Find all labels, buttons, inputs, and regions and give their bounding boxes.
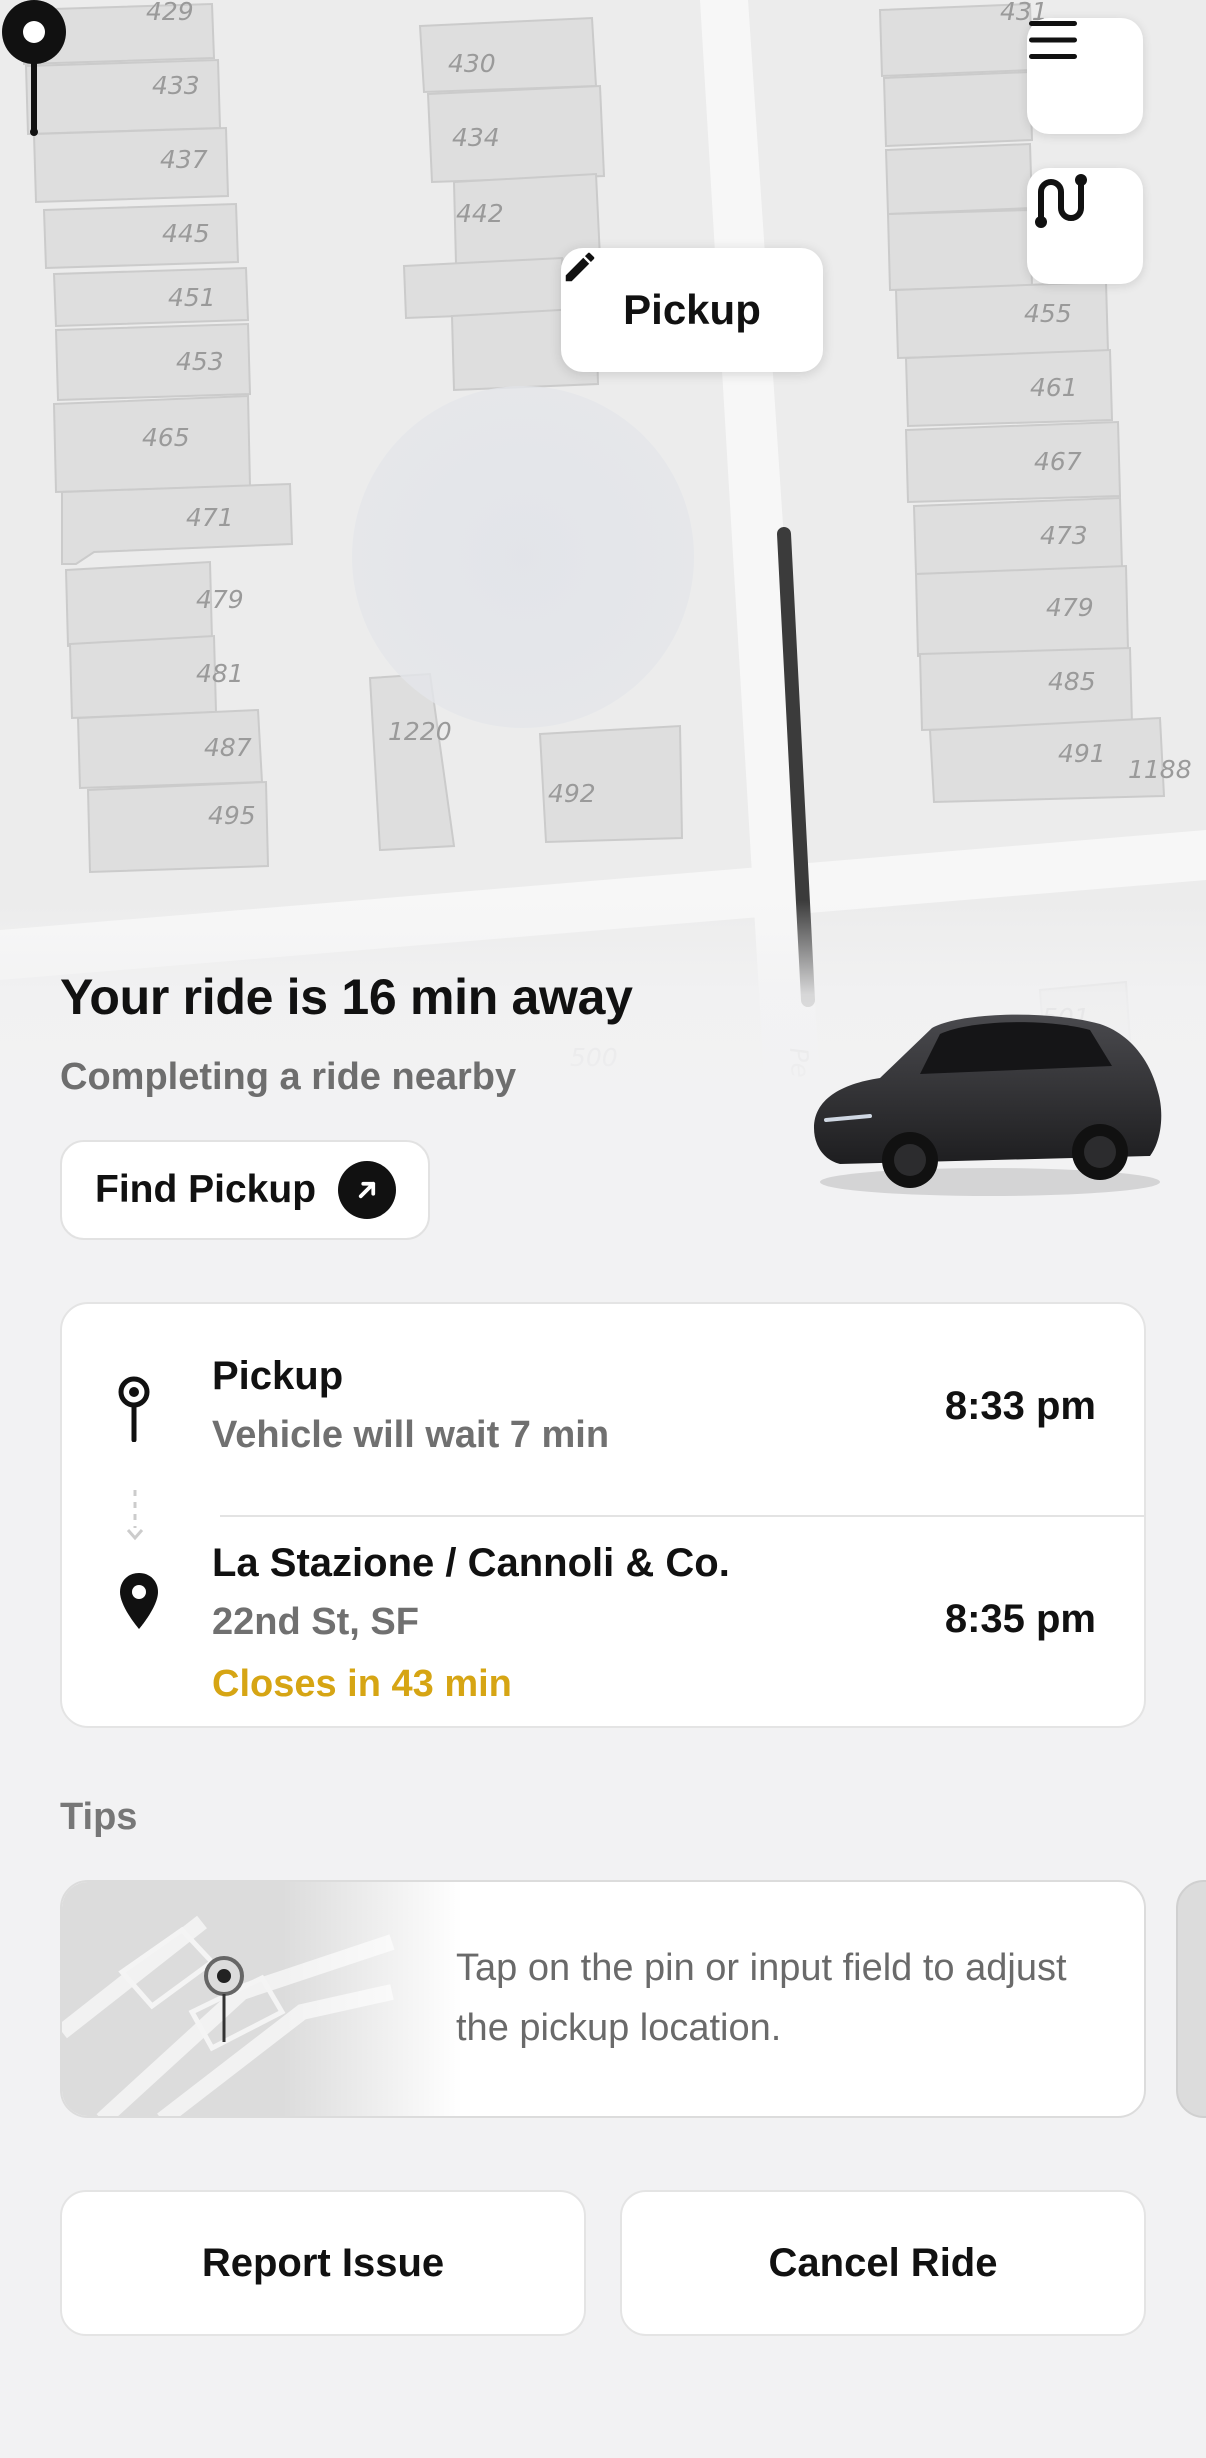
svg-text:455: 455 bbox=[1024, 299, 1072, 328]
destination-closing-alert: Closes in 43 min bbox=[212, 1663, 512, 1705]
route-icon bbox=[1035, 174, 1087, 228]
tips-heading: Tips bbox=[60, 1796, 138, 1838]
pencil-icon bbox=[565, 252, 595, 282]
destination-name: La Stazione / Cannoli & Co. bbox=[212, 1541, 730, 1585]
svg-text:433: 433 bbox=[152, 71, 200, 100]
ride-status-subtitle: Completing a ride nearby bbox=[60, 1056, 517, 1098]
find-pickup-label: Find Pickup bbox=[95, 1168, 317, 1211]
arrow-up-right-icon bbox=[338, 1161, 397, 1219]
svg-text:1220: 1220 bbox=[388, 717, 452, 746]
vehicle-image bbox=[814, 1014, 1162, 1196]
destination-time: 8:35 pm bbox=[944, 1597, 1096, 1641]
svg-text:437: 437 bbox=[160, 145, 208, 174]
trip-details-card: Pickup Vehicle will wait 7 min 8:33 pm L… bbox=[60, 1302, 1146, 1728]
cancel-ride-button[interactable]: Cancel Ride bbox=[620, 2190, 1146, 2336]
tip-map-thumbnail bbox=[62, 1882, 462, 2116]
hamburger-icon bbox=[1029, 21, 1077, 59]
svg-text:487: 487 bbox=[204, 733, 252, 762]
svg-text:434: 434 bbox=[452, 123, 500, 152]
route-button[interactable] bbox=[1027, 168, 1143, 284]
svg-text:471: 471 bbox=[186, 503, 234, 532]
next-tip-card[interactable] bbox=[1176, 1880, 1206, 2118]
pickup-edit-chip[interactable]: Pickup bbox=[561, 248, 823, 372]
svg-text:479: 479 bbox=[196, 585, 244, 614]
svg-text:465: 465 bbox=[142, 423, 190, 452]
pickup-pin-small-icon bbox=[118, 1376, 150, 1442]
svg-text:445: 445 bbox=[162, 219, 210, 248]
trip-destination-row[interactable]: La Stazione / Cannoli & Co. 22nd St, SF … bbox=[62, 1517, 1144, 1727]
find-pickup-button[interactable]: Find Pickup bbox=[60, 1140, 430, 1240]
svg-text:430: 430 bbox=[448, 49, 496, 78]
svg-text:1188: 1188 bbox=[1128, 755, 1192, 784]
svg-text:451: 451 bbox=[168, 283, 216, 312]
svg-text:473: 473 bbox=[1040, 521, 1088, 550]
svg-text:461: 461 bbox=[1030, 373, 1078, 402]
pickup-name: Pickup bbox=[212, 1354, 344, 1398]
destination-address: 22nd St, SF bbox=[212, 1601, 419, 1643]
pickup-time: 8:33 pm bbox=[944, 1384, 1096, 1428]
menu-button[interactable] bbox=[1027, 18, 1143, 134]
pickup-wait-info: Vehicle will wait 7 min bbox=[212, 1414, 610, 1456]
pickup-accuracy-circle bbox=[352, 386, 694, 728]
svg-text:467: 467 bbox=[1034, 447, 1082, 476]
tip-card[interactable]: Tap on the pin or input field to adjust … bbox=[60, 1880, 1146, 2118]
svg-text:442: 442 bbox=[456, 199, 504, 228]
pickup-pin-icon[interactable] bbox=[0, 0, 68, 140]
tip-text: Tap on the pin or input field to adjust … bbox=[456, 1947, 1067, 2049]
svg-text:485: 485 bbox=[1048, 667, 1096, 696]
ride-eta-title: Your ride is 16 min away bbox=[60, 969, 633, 1025]
svg-text:481: 481 bbox=[196, 659, 244, 688]
trip-pickup-row[interactable]: Pickup Vehicle will wait 7 min 8:33 pm bbox=[62, 1304, 1144, 1541]
svg-text:495: 495 bbox=[208, 801, 256, 830]
svg-text:429: 429 bbox=[146, 0, 194, 26]
svg-text:453: 453 bbox=[176, 347, 224, 376]
map-view[interactable]: 429 433 437 445 451 453 465 471 479 481 … bbox=[0, 0, 1206, 1110]
svg-text:479: 479 bbox=[1046, 593, 1094, 622]
report-issue-button[interactable]: Report Issue bbox=[60, 2190, 586, 2336]
destination-pin-icon bbox=[120, 1573, 158, 1629]
svg-text:491: 491 bbox=[1058, 739, 1106, 768]
pickup-chip-label: Pickup bbox=[623, 286, 761, 333]
svg-text:492: 492 bbox=[548, 779, 596, 808]
